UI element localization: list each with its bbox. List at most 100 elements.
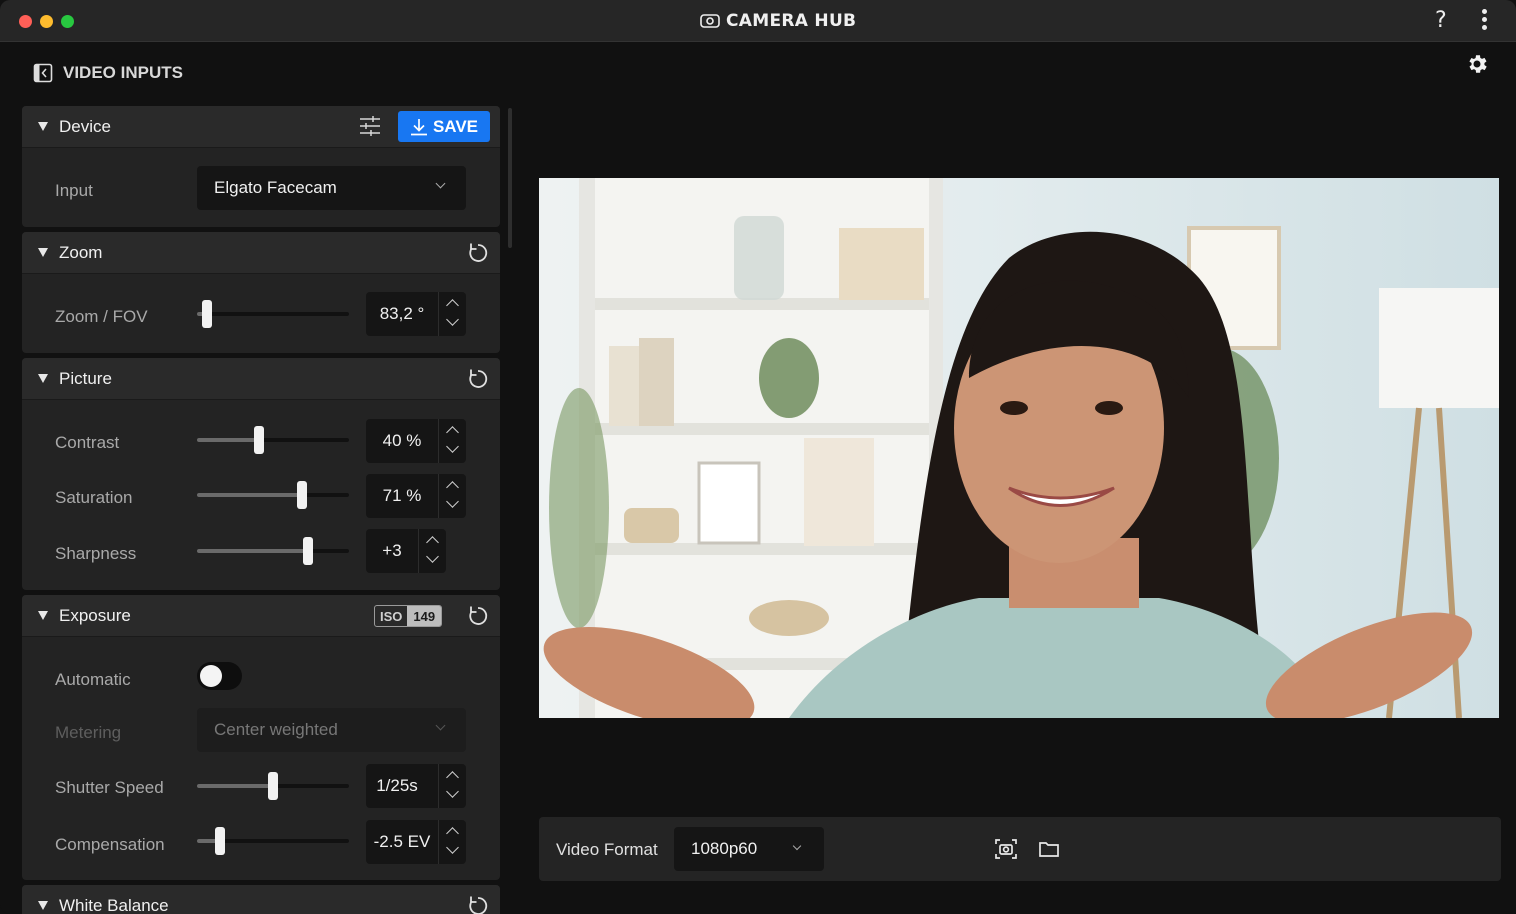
reset-icon[interactable] [467, 605, 489, 627]
iso-badge-value: 149 [407, 606, 442, 626]
chevron-down-icon[interactable] [446, 495, 459, 508]
reset-icon[interactable] [467, 368, 489, 390]
chevron-up-icon[interactable] [446, 426, 459, 439]
sidebar-title: VIDEO INPUTS [63, 63, 183, 82]
video-format-label: Video Format [556, 840, 658, 859]
chevron-down-icon [792, 841, 802, 851]
save-button-label: SAVE [432, 116, 479, 136]
slider-thumb[interactable] [215, 827, 225, 855]
shutter-speed-value[interactable]: 1/25s [366, 776, 428, 796]
white-balance-card-header[interactable]: White Balance [22, 885, 500, 914]
collapse-triangle-icon [38, 248, 48, 257]
exposure-card-title: Exposure [59, 606, 131, 625]
compensation-stepper[interactable]: -2.5 EV [366, 820, 466, 864]
iso-badge: ISO 149 [374, 605, 443, 627]
picture-card-title: Picture [59, 369, 112, 388]
app-title-text: CAMERA HUB [726, 11, 857, 31]
help-icon[interactable]: ? [1435, 8, 1447, 33]
zoom-fov-label: Zoom / FOV [55, 307, 148, 326]
settings-gear-icon[interactable] [1465, 52, 1489, 76]
input-label: Input [55, 181, 93, 200]
maximize-window-button[interactable] [61, 15, 74, 28]
zoom-card-header[interactable]: Zoom [22, 232, 500, 274]
app-window: CAMERA HUB ? VIDEO INPUTS Device SAVE In… [0, 0, 1516, 914]
shutter-speed-label: Shutter Speed [55, 778, 164, 797]
video-format-value: 1080p60 [691, 839, 758, 858]
video-format-select[interactable]: 1080p60 [674, 827, 824, 871]
more-vertical-icon[interactable] [1478, 9, 1490, 33]
device-card-header[interactable]: Device SAVE [22, 106, 500, 148]
camera-preview [539, 178, 1499, 718]
input-device-select[interactable]: Elgato Facecam [197, 166, 466, 210]
sidebar-scrollbar[interactable] [508, 108, 512, 248]
sharpness-stepper[interactable]: +3 [366, 529, 446, 573]
automatic-label: Automatic [55, 670, 131, 689]
automatic-exposure-toggle[interactable] [197, 662, 242, 690]
collapse-sidebar-icon[interactable] [33, 63, 53, 83]
zoom-card-title: Zoom [59, 243, 103, 262]
sharpness-value[interactable]: +3 [366, 541, 418, 561]
chevron-up-icon[interactable] [446, 299, 459, 312]
camera-preview-image [539, 178, 1499, 718]
slider-thumb[interactable] [297, 481, 307, 509]
collapse-triangle-icon [38, 122, 48, 131]
preview-toolbar: Video Format 1080p60 [539, 817, 1501, 881]
shutter-speed-stepper[interactable]: 1/25s [366, 764, 466, 808]
compensation-value[interactable]: -2.5 EV [366, 832, 438, 852]
saturation-stepper[interactable]: 71 % [366, 474, 466, 518]
chevron-up-icon[interactable] [446, 771, 459, 784]
zoom-card: Zoom Zoom / FOV 83,2 ° [22, 232, 500, 353]
folder-icon[interactable] [1038, 837, 1060, 861]
saturation-label: Saturation [55, 488, 133, 507]
zoom-fov-stepper[interactable]: 83,2 ° [366, 292, 466, 336]
minimize-window-button[interactable] [40, 15, 53, 28]
chevron-down-icon[interactable] [446, 785, 459, 798]
adjustments-icon[interactable] [359, 115, 381, 137]
slider-thumb[interactable] [254, 426, 264, 454]
slider-thumb[interactable] [303, 537, 313, 565]
compensation-slider[interactable] [197, 826, 349, 856]
iso-badge-label: ISO [380, 609, 403, 624]
metering-label: Metering [55, 723, 122, 742]
device-card-title: Device [59, 117, 111, 136]
compensation-label: Compensation [55, 835, 165, 854]
chevron-down-icon[interactable] [446, 440, 459, 453]
zoom-fov-slider[interactable] [197, 299, 349, 329]
chevron-down-icon[interactable] [446, 841, 459, 854]
white-balance-card-title: White Balance [59, 896, 169, 914]
saturation-value[interactable]: 71 % [366, 486, 438, 506]
screenshot-camera-icon[interactable] [994, 837, 1018, 861]
chevron-up-icon[interactable] [426, 536, 439, 549]
picture-card-header[interactable]: Picture [22, 358, 500, 400]
chevron-up-icon[interactable] [446, 827, 459, 840]
save-button[interactable]: SAVE [398, 111, 490, 142]
close-window-button[interactable] [19, 15, 32, 28]
slider-thumb[interactable] [202, 300, 212, 328]
exposure-card: Exposure ISO 149 Automatic Metering Cent… [22, 595, 500, 880]
chevron-up-icon[interactable] [446, 481, 459, 494]
chevron-down-icon [435, 178, 446, 189]
metering-select[interactable]: Center weighted [197, 708, 466, 752]
contrast-slider[interactable] [197, 425, 349, 455]
shutter-speed-slider[interactable] [197, 771, 349, 801]
chevron-down-icon [435, 720, 446, 731]
zoom-fov-value[interactable]: 83,2 ° [366, 304, 438, 324]
reset-icon[interactable] [467, 242, 489, 264]
white-balance-card: White Balance [22, 885, 500, 914]
collapse-triangle-icon [38, 374, 48, 383]
exposure-card-header[interactable]: Exposure ISO 149 [22, 595, 500, 637]
camera-icon [700, 14, 720, 28]
download-icon [410, 118, 427, 135]
contrast-value[interactable]: 40 % [366, 431, 438, 451]
sharpness-label: Sharpness [55, 544, 137, 563]
chevron-down-icon[interactable] [446, 313, 459, 326]
reset-icon[interactable] [467, 895, 489, 914]
saturation-slider[interactable] [197, 480, 349, 510]
contrast-stepper[interactable]: 40 % [366, 419, 466, 463]
picture-card: Picture Contrast 40 % Saturation 71 % Sh… [22, 358, 500, 590]
chevron-down-icon[interactable] [426, 550, 439, 563]
app-title: CAMERA HUB [700, 11, 856, 31]
device-card: Device SAVE Input Elgato Facecam [22, 106, 500, 227]
sharpness-slider[interactable] [197, 536, 349, 566]
slider-thumb[interactable] [268, 772, 278, 800]
